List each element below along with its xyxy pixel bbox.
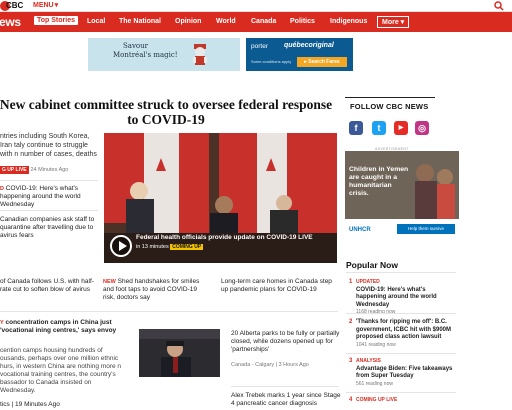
divider xyxy=(346,392,456,393)
popular-rank: 3 xyxy=(349,358,353,364)
instagram-icon[interactable]: ◎ xyxy=(415,121,429,135)
ad-porter-panel[interactable]: porter québecoriginal Some conditions ap… xyxy=(246,38,353,71)
news-wordmark[interactable]: ews xyxy=(0,15,21,29)
coming-up-badge: COMING UP xyxy=(170,244,204,250)
popular-item-3[interactable]: ANALYSIS Advantage Biden: Five takeaways… xyxy=(356,358,456,388)
lead-live-row[interactable]: G UP LIVE 24 Minutes Ago xyxy=(0,166,100,174)
nav-item-local[interactable]: Local xyxy=(87,18,105,25)
play-button[interactable] xyxy=(110,235,132,257)
divider xyxy=(346,272,456,273)
new-tag: NEW xyxy=(103,279,116,285)
envoy-photo xyxy=(139,329,220,377)
popular-rank: 4 xyxy=(349,397,353,403)
left-story-1[interactable]: D COVID-19: Here's what's happening arou… xyxy=(0,185,100,209)
menu-label: MENU xyxy=(33,2,54,9)
popular-rank: 1 xyxy=(349,279,353,285)
hero-caption[interactable]: Federal health officials provide update … xyxy=(136,234,313,241)
divider xyxy=(231,386,339,387)
chevron-down-icon: ▾ xyxy=(54,2,59,9)
ad-savour-panel[interactable]: Savour Montréal's magic! xyxy=(88,38,240,71)
popular-tag: ANALYSIS xyxy=(356,358,381,364)
lower-left-meta: tics | 19 Minutes Ago xyxy=(0,401,60,408)
story-thumbnail[interactable] xyxy=(139,329,220,377)
nav-more-button[interactable]: More ▾ xyxy=(377,16,410,28)
top-utility-bar: CBC MENU▾ xyxy=(0,0,512,12)
mid-story-title: Long-term care homes in Canada step up p… xyxy=(221,278,332,293)
lower-mid-story-2[interactable]: Alex Trebek marks 1 year since Stage 4 p… xyxy=(231,392,341,408)
lead-summary[interactable]: ntries including South Korea, Iran taly … xyxy=(0,132,100,159)
divider xyxy=(0,180,98,181)
help-them-survive-button[interactable]: Help them survive xyxy=(397,224,455,234)
banner-ad[interactable]: Savour Montréal's magic! porter québecor… xyxy=(88,38,353,71)
lower-left-tag: Y xyxy=(0,320,4,326)
nav-item-opinion[interactable]: Opinion xyxy=(175,18,201,25)
mid-story-title: Shed handshakes for smiles and foot taps… xyxy=(103,278,200,301)
hero-time: in 13 minutes xyxy=(136,244,169,250)
popular-title: COVID-19: Here's what's happening around… xyxy=(356,286,437,308)
popular-meta: 1041 reading now xyxy=(356,341,396,348)
lower-left-body: cention camps housing hundreds of ousand… xyxy=(0,347,122,394)
youtube-icon[interactable]: ▶ xyxy=(394,121,408,135)
nav-item-canada[interactable]: Canada xyxy=(251,18,276,25)
nav-item-politics[interactable]: Politics xyxy=(290,18,315,25)
divider xyxy=(346,353,456,354)
divider xyxy=(0,210,98,211)
section-nav: ews Top Stories Local The National Opini… xyxy=(0,12,512,32)
nav-item-top-stories[interactable]: Top Stories xyxy=(34,16,78,25)
left-story-title: COVID-19: Here's what's happening around… xyxy=(0,185,81,208)
divider xyxy=(0,311,338,312)
unhcr-footer: UNHCR Help them survive xyxy=(345,219,459,243)
left-story-title: Canadian companies ask staff to quaranti… xyxy=(0,216,95,239)
lower-left-story[interactable]: Y concentration camps in China just 'voc… xyxy=(0,319,125,335)
nav-item-world[interactable]: World xyxy=(216,18,236,25)
follow-cbc-heading: FOLLOW CBC NEWS xyxy=(350,102,429,111)
popular-tag: COMING UP LIVE xyxy=(356,397,398,403)
mascot-illustration-icon xyxy=(193,44,207,65)
lower-mid-meta: Canada - Calgary | 3 Hours Ago xyxy=(231,362,309,368)
nav-item-the-national[interactable]: The National xyxy=(119,18,161,25)
page-headline[interactable]: New cabinet committee struck to oversee … xyxy=(0,97,336,127)
lead-meta: 24 Minutes Ago xyxy=(30,167,69,173)
ad-city-text: Montréal's magic! xyxy=(113,51,178,59)
mid-story-2[interactable]: Long-term care homes in Canada step up p… xyxy=(221,278,339,294)
twitter-icon[interactable]: t xyxy=(372,121,386,135)
ad-fine-print: Some conditions apply xyxy=(251,59,292,64)
popular-tag: UPDATED xyxy=(356,279,380,285)
left-story-tag: D xyxy=(0,186,4,192)
popular-title: Advantage Biden: Five takeaways from Sup… xyxy=(356,365,453,380)
popular-item-1[interactable]: UPDATED COVID-19: Here's what's happenin… xyxy=(356,279,456,317)
lower-mid-story-1[interactable]: 20 Alberta parks to be fully or partiall… xyxy=(231,330,341,354)
popular-meta: 561 reading now xyxy=(356,380,393,387)
unhcr-logo: UNHCR xyxy=(349,227,371,233)
unhcr-ad[interactable]: Children in Yemen are caught in a humani… xyxy=(345,151,459,243)
mid-story-1[interactable]: NEW Shed handshakes for smiles and foot … xyxy=(103,278,203,302)
left-story-3[interactable]: of Canada follows U.S. with half-rate cu… xyxy=(0,278,100,294)
left-story-2[interactable]: Canadian companies ask staff to quaranti… xyxy=(0,216,100,240)
live-badge: G UP LIVE xyxy=(0,166,29,174)
divider xyxy=(346,313,456,314)
menu-button[interactable]: MENU▾ xyxy=(33,1,58,9)
left-story-title: of Canada follows U.S. with half-rate cu… xyxy=(0,278,94,293)
hero-subcaption: in 13 minutes COMING UP xyxy=(136,244,204,250)
popular-rank: 2 xyxy=(349,319,353,325)
popular-now-heading: Popular Now xyxy=(346,260,398,270)
ad-savour-text: Savour xyxy=(123,42,148,50)
popular-item-2[interactable]: 'Thanks for ripping me off': B.C. govern… xyxy=(356,319,456,349)
ad-quebec-logo: québecoriginal xyxy=(284,42,334,49)
lower-left-title: concentration camps in China just 'vocat… xyxy=(0,319,117,334)
ad-porter-logo: porter xyxy=(251,43,268,50)
facebook-icon[interactable]: f xyxy=(349,121,363,135)
popular-title: 'Thanks for ripping me off': B.C. govern… xyxy=(356,319,452,340)
brand-label[interactable]: CBC xyxy=(6,1,23,10)
ad-search-fares-button[interactable]: ▸ Search Fares xyxy=(297,57,347,67)
popular-item-4[interactable]: COMING UP LIVE xyxy=(356,397,456,405)
search-icon[interactable] xyxy=(494,1,504,11)
ad-message: Children in Yemen are caught in a humani… xyxy=(349,166,409,197)
nav-item-indigenous[interactable]: Indigenous xyxy=(330,18,367,25)
follow-divider xyxy=(345,97,435,98)
lead-text: ntries including South Korea, Iran taly … xyxy=(0,133,97,158)
